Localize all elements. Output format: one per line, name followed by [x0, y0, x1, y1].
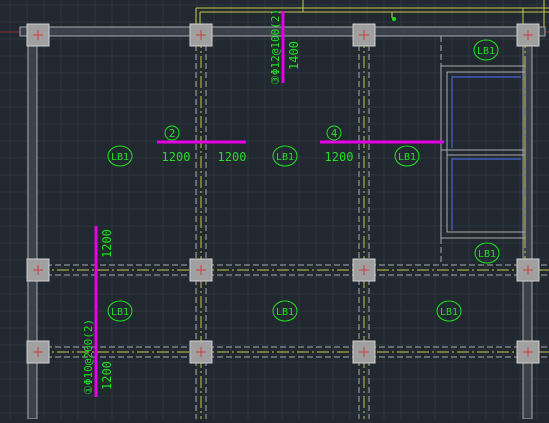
- rebar-spec-3: ③Φ12@100(2): [269, 9, 282, 85]
- node-point[interactable]: [392, 17, 396, 21]
- column-7[interactable]: [352, 258, 376, 282]
- slab-label-8[interactable]: LB1: [436, 300, 462, 322]
- column-2[interactable]: [189, 23, 213, 47]
- slab-label-text: LB1: [478, 249, 496, 260]
- slab-label-2[interactable]: LB1: [107, 145, 133, 167]
- rebar-length-3: 1400: [287, 41, 301, 70]
- slab-label-3[interactable]: LB1: [272, 145, 298, 167]
- slab-label-7[interactable]: LB1: [272, 300, 298, 322]
- column-5[interactable]: [26, 258, 50, 282]
- column-11[interactable]: [352, 340, 376, 364]
- column-1[interactable]: [26, 23, 50, 47]
- slab-label-text: LB1: [440, 307, 458, 318]
- column-8[interactable]: [516, 258, 540, 282]
- slab-label-layer: LB1 LB1 LB1 LB1 LB1 LB1 LB1 LB1: [107, 39, 500, 322]
- cad-drawing-canvas[interactable]: LB1 LB1 LB1 LB1 LB1 LB1 LB1 LB1 2 1200 1200 4 1…: [0, 0, 549, 420]
- rebar-length-1-top: 1200: [100, 229, 114, 258]
- rebar-length-2-left: 1200: [162, 150, 191, 164]
- opening-frame[interactable]: [440, 36, 526, 265]
- slab-label-text: LB1: [477, 46, 495, 57]
- slab-label-text: LB1: [398, 152, 416, 163]
- rebar-number-4: 4: [331, 127, 338, 140]
- rebar-length-4-left: 1200: [325, 150, 354, 164]
- slab-label-text: LB1: [276, 307, 294, 318]
- beam-horizontal-2[interactable]: [37, 346, 549, 358]
- rebar-number-2: 2: [169, 127, 176, 140]
- rebar-length-1-bottom: 1200: [100, 361, 114, 390]
- column-10[interactable]: [189, 340, 213, 364]
- rebar-annotation-3[interactable]: ③Φ12@100(2) 1400: [269, 9, 301, 85]
- slab-label-4[interactable]: LB1: [394, 145, 420, 167]
- rebar-spec-1: ①Φ10@200(2): [82, 319, 95, 395]
- column-12[interactable]: [516, 340, 540, 364]
- column-9[interactable]: [26, 340, 50, 364]
- column-3[interactable]: [352, 23, 376, 47]
- rebar-length-2-right: 1200: [218, 150, 247, 164]
- top-right-outline: [195, 0, 549, 27]
- column-4[interactable]: [516, 23, 540, 47]
- slab-label-6[interactable]: LB1: [107, 300, 133, 322]
- floor-plan-drawing[interactable]: LB1 LB1 LB1 LB1 LB1 LB1 LB1 LB1 2 1200 1200 4 1…: [0, 0, 549, 420]
- column-6[interactable]: [189, 258, 213, 282]
- slab-label-text: LB1: [111, 307, 129, 318]
- slab-label-text: LB1: [111, 152, 129, 163]
- beam-horizontal-1[interactable]: [37, 264, 549, 276]
- slab-label-text: LB1: [276, 152, 294, 163]
